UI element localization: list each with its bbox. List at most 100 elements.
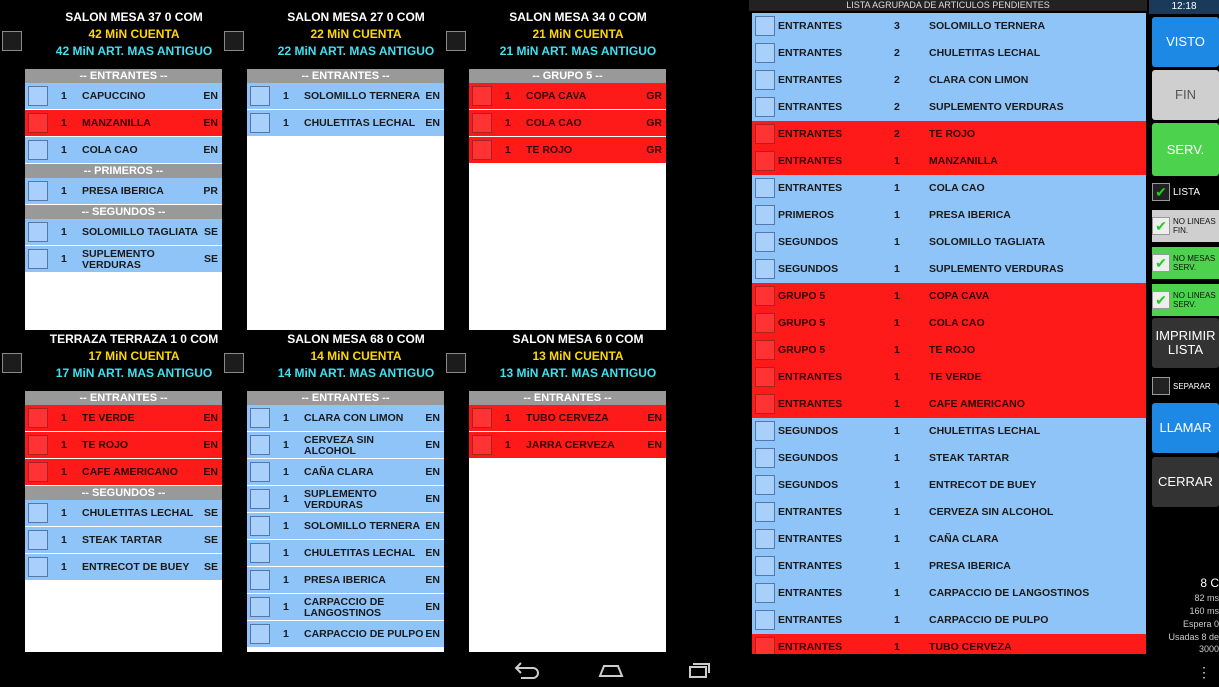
line-checkbox[interactable] [250, 435, 270, 455]
row-checkbox[interactable] [755, 313, 775, 333]
grouped-row[interactable]: GRUPO 5 1 TE ROJO [752, 337, 1146, 364]
ticket-line[interactable]: 1 CAFE AMERICANO EN [25, 459, 222, 486]
line-checkbox[interactable] [28, 222, 48, 242]
line-checkbox[interactable] [250, 489, 270, 509]
grouped-row[interactable]: ENTRANTES 1 MANZANILLA [752, 148, 1146, 175]
grouped-row[interactable]: SEGUNDOS 1 ENTRECOT DE BUEY [752, 472, 1146, 499]
ticket-line[interactable]: 1 COLA CAO GR [469, 110, 666, 137]
line-checkbox[interactable] [28, 140, 48, 160]
llamar-button[interactable]: LLAMAR [1152, 403, 1219, 453]
ticket-checkbox[interactable] [224, 31, 244, 51]
ticket-line[interactable]: 1 TE VERDE EN [25, 405, 222, 432]
grouped-row[interactable]: ENTRANTES 1 CARPACCIO DE PULPO [752, 607, 1146, 634]
row-checkbox[interactable] [755, 340, 775, 360]
line-checkbox[interactable] [28, 557, 48, 577]
ticket-line[interactable]: 1 SOLOMILLO TAGLIATA SE [25, 219, 222, 246]
grouped-row[interactable]: PRIMEROS 1 PRESA IBERICA [752, 202, 1146, 229]
ticket-line[interactable]: 1 CHULETITAS LECHAL SE [25, 500, 222, 527]
row-checkbox[interactable] [755, 475, 775, 495]
line-checkbox[interactable] [28, 408, 48, 428]
ticket-line[interactable]: 1 SUPLEMENTO VERDURAS SE [25, 246, 222, 273]
ticket-line[interactable]: 1 CAÑA CLARA EN [247, 459, 444, 486]
grouped-row[interactable]: ENTRANTES 1 CARPACCIO DE LANGOSTINOS [752, 580, 1146, 607]
ticket-line[interactable]: 1 CERVEZA SIN ALCOHOL EN [247, 432, 444, 459]
back-icon[interactable] [511, 660, 541, 680]
line-checkbox[interactable] [28, 181, 48, 201]
ticket-checkbox[interactable] [446, 31, 466, 51]
grouped-row[interactable]: ENTRANTES 1 TE VERDE [752, 364, 1146, 391]
row-checkbox[interactable] [755, 70, 775, 90]
row-checkbox[interactable] [755, 97, 775, 117]
ticket-line[interactable]: 1 MANZANILLA EN [25, 110, 222, 137]
ticket-line[interactable]: 1 CARPACCIO DE LANGOSTINOS EN [247, 594, 444, 621]
line-checkbox[interactable] [250, 113, 270, 133]
row-checkbox[interactable] [755, 367, 775, 387]
line-checkbox[interactable] [28, 503, 48, 523]
line-checkbox[interactable] [28, 86, 48, 106]
no-lineas-fin-toggle[interactable]: ✔ NO LINEAS FIN. [1152, 210, 1219, 242]
ticket-line[interactable]: 1 PRESA IBERICA PR [25, 178, 222, 205]
ticket-line[interactable]: 1 SUPLEMENTO VERDURAS EN [247, 486, 444, 513]
row-checkbox[interactable] [755, 124, 775, 144]
line-checkbox[interactable] [28, 249, 48, 269]
line-checkbox[interactable] [472, 408, 492, 428]
line-checkbox[interactable] [250, 516, 270, 536]
ticket-line[interactable]: 1 CARPACCIO DE PULPO EN [247, 621, 444, 648]
line-checkbox[interactable] [28, 462, 48, 482]
ticket-line[interactable]: 1 CHULETITAS LECHAL EN [247, 540, 444, 567]
ticket-checkbox[interactable] [446, 353, 466, 373]
ticket-line[interactable]: 1 SOLOMILLO TERNERA EN [247, 83, 444, 110]
ticket-checkbox[interactable] [2, 31, 22, 51]
separar-toggle[interactable]: SEPARAR [1152, 375, 1219, 397]
ticket-line[interactable]: 1 TUBO CERVEZA EN [469, 405, 666, 432]
grouped-row[interactable]: ENTRANTES 2 CLARA CON LIMON [752, 67, 1146, 94]
grouped-row[interactable]: SEGUNDOS 1 CHULETITAS LECHAL [752, 418, 1146, 445]
row-checkbox[interactable] [755, 583, 775, 603]
ticket-line[interactable]: 1 SOLOMILLO TERNERA EN [247, 513, 444, 540]
serv-button[interactable]: SERV. [1152, 123, 1219, 176]
line-checkbox[interactable] [472, 113, 492, 133]
no-lineas-serv-toggle[interactable]: ✔ NO LINEAS SERV. [1152, 284, 1219, 316]
ticket-line[interactable]: 1 ENTRECOT DE BUEY SE [25, 554, 222, 581]
ticket-line[interactable]: 1 TE ROJO EN [25, 432, 222, 459]
overflow-menu-icon[interactable]: ⋮ [1197, 664, 1211, 681]
ticket-checkbox[interactable] [224, 353, 244, 373]
row-checkbox[interactable] [755, 610, 775, 630]
grouped-row[interactable]: ENTRANTES 2 CHULETITAS LECHAL [752, 40, 1146, 67]
line-checkbox[interactable] [250, 86, 270, 106]
ticket-line[interactable]: 1 COLA CAO EN [25, 137, 222, 164]
row-checkbox[interactable] [755, 43, 775, 63]
grouped-row[interactable]: SEGUNDOS 1 STEAK TARTAR [752, 445, 1146, 472]
row-checkbox[interactable] [755, 529, 775, 549]
grouped-row[interactable]: ENTRANTES 3 SOLOMILLO TERNERA [752, 13, 1146, 40]
row-checkbox[interactable] [755, 151, 775, 171]
row-checkbox[interactable] [755, 502, 775, 522]
ticket-line[interactable]: 1 CAPUCCINO EN [25, 83, 222, 110]
ticket-line[interactable]: 1 STEAK TARTAR SE [25, 527, 222, 554]
row-checkbox[interactable] [755, 448, 775, 468]
line-checkbox[interactable] [28, 113, 48, 133]
row-checkbox[interactable] [755, 556, 775, 576]
row-checkbox[interactable] [755, 259, 775, 279]
grouped-row[interactable]: SEGUNDOS 1 SOLOMILLO TAGLIATA [752, 229, 1146, 256]
home-icon[interactable] [596, 660, 626, 680]
grouped-row[interactable]: ENTRANTES 1 PRESA IBERICA [752, 553, 1146, 580]
grouped-row[interactable]: SEGUNDOS 1 SUPLEMENTO VERDURAS [752, 256, 1146, 283]
line-checkbox[interactable] [472, 435, 492, 455]
line-checkbox[interactable] [28, 435, 48, 455]
line-checkbox[interactable] [250, 570, 270, 590]
visto-button[interactable]: VISTO [1152, 17, 1219, 67]
line-checkbox[interactable] [472, 140, 492, 160]
line-checkbox[interactable] [250, 543, 270, 563]
line-checkbox[interactable] [28, 530, 48, 550]
line-checkbox[interactable] [472, 86, 492, 106]
lista-toggle[interactable]: ✔ LISTA [1152, 181, 1219, 203]
line-checkbox[interactable] [250, 597, 270, 617]
imprimir-lista-button[interactable]: IMPRIMIR LISTA [1152, 318, 1219, 368]
grouped-row[interactable]: ENTRANTES 2 SUPLEMENTO VERDURAS [752, 94, 1146, 121]
line-checkbox[interactable] [250, 462, 270, 482]
grouped-row[interactable]: ENTRANTES 1 CERVEZA SIN ALCOHOL [752, 499, 1146, 526]
grouped-row[interactable]: GRUPO 5 1 COPA CAVA [752, 283, 1146, 310]
ticket-checkbox[interactable] [2, 353, 22, 373]
grouped-row[interactable]: ENTRANTES 2 TE ROJO [752, 121, 1146, 148]
